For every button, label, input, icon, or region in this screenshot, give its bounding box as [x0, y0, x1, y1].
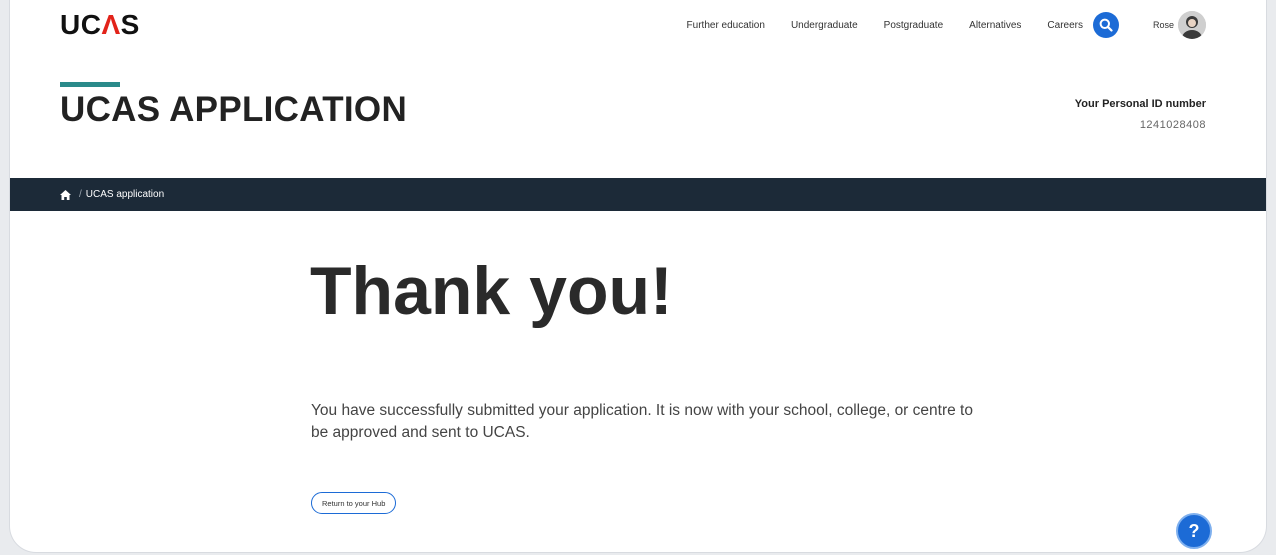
search-button[interactable] — [1092, 12, 1119, 38]
nav-careers[interactable]: Careers — [1047, 20, 1083, 31]
logo-text-end: S — [120, 9, 140, 40]
user-avatar-icon — [1178, 11, 1206, 39]
ucas-logo[interactable]: UCΛS — [60, 9, 140, 41]
user-menu[interactable]: Rose — [1153, 11, 1206, 39]
thank-you-heading: Thank you! — [310, 253, 673, 329]
breadcrumb-current: UCAS application — [85, 189, 165, 200]
breadcrumb-separator: / — [79, 189, 82, 200]
nav-further-education[interactable]: Further education — [687, 20, 765, 31]
personal-id: Your Personal ID number 1241028408 — [1075, 98, 1206, 131]
user-name: Rose — [1152, 20, 1174, 30]
logo-text-start: UC — [60, 9, 102, 40]
breadcrumb: / UCAS application — [10, 178, 1266, 211]
nav-postgraduate[interactable]: Postgraduate — [884, 20, 944, 31]
help-button[interactable]: ? — [1176, 513, 1212, 549]
top-navigation: Further education Undergraduate Postgrad… — [687, 10, 1206, 40]
logo-caret: Λ — [101, 9, 121, 40]
personal-id-label: Your Personal ID number — [1074, 98, 1206, 110]
return-to-hub-button[interactable]: Return to your Hub — [311, 492, 397, 514]
page-title: UCAS APPLICATION — [60, 90, 408, 129]
app-window: UCΛS Further education Undergraduate Pos… — [10, 0, 1266, 552]
nav-undergraduate[interactable]: Undergraduate — [791, 20, 858, 31]
nav-alternatives[interactable]: Alternatives — [969, 20, 1021, 31]
breadcrumb-home[interactable] — [60, 189, 71, 200]
submission-message: You have successfully submitted your app… — [311, 402, 973, 441]
search-icon — [1099, 18, 1113, 32]
personal-id-value: 1241028408 — [1139, 119, 1206, 131]
home-icon — [60, 189, 71, 200]
title-accent-bar — [60, 82, 120, 87]
